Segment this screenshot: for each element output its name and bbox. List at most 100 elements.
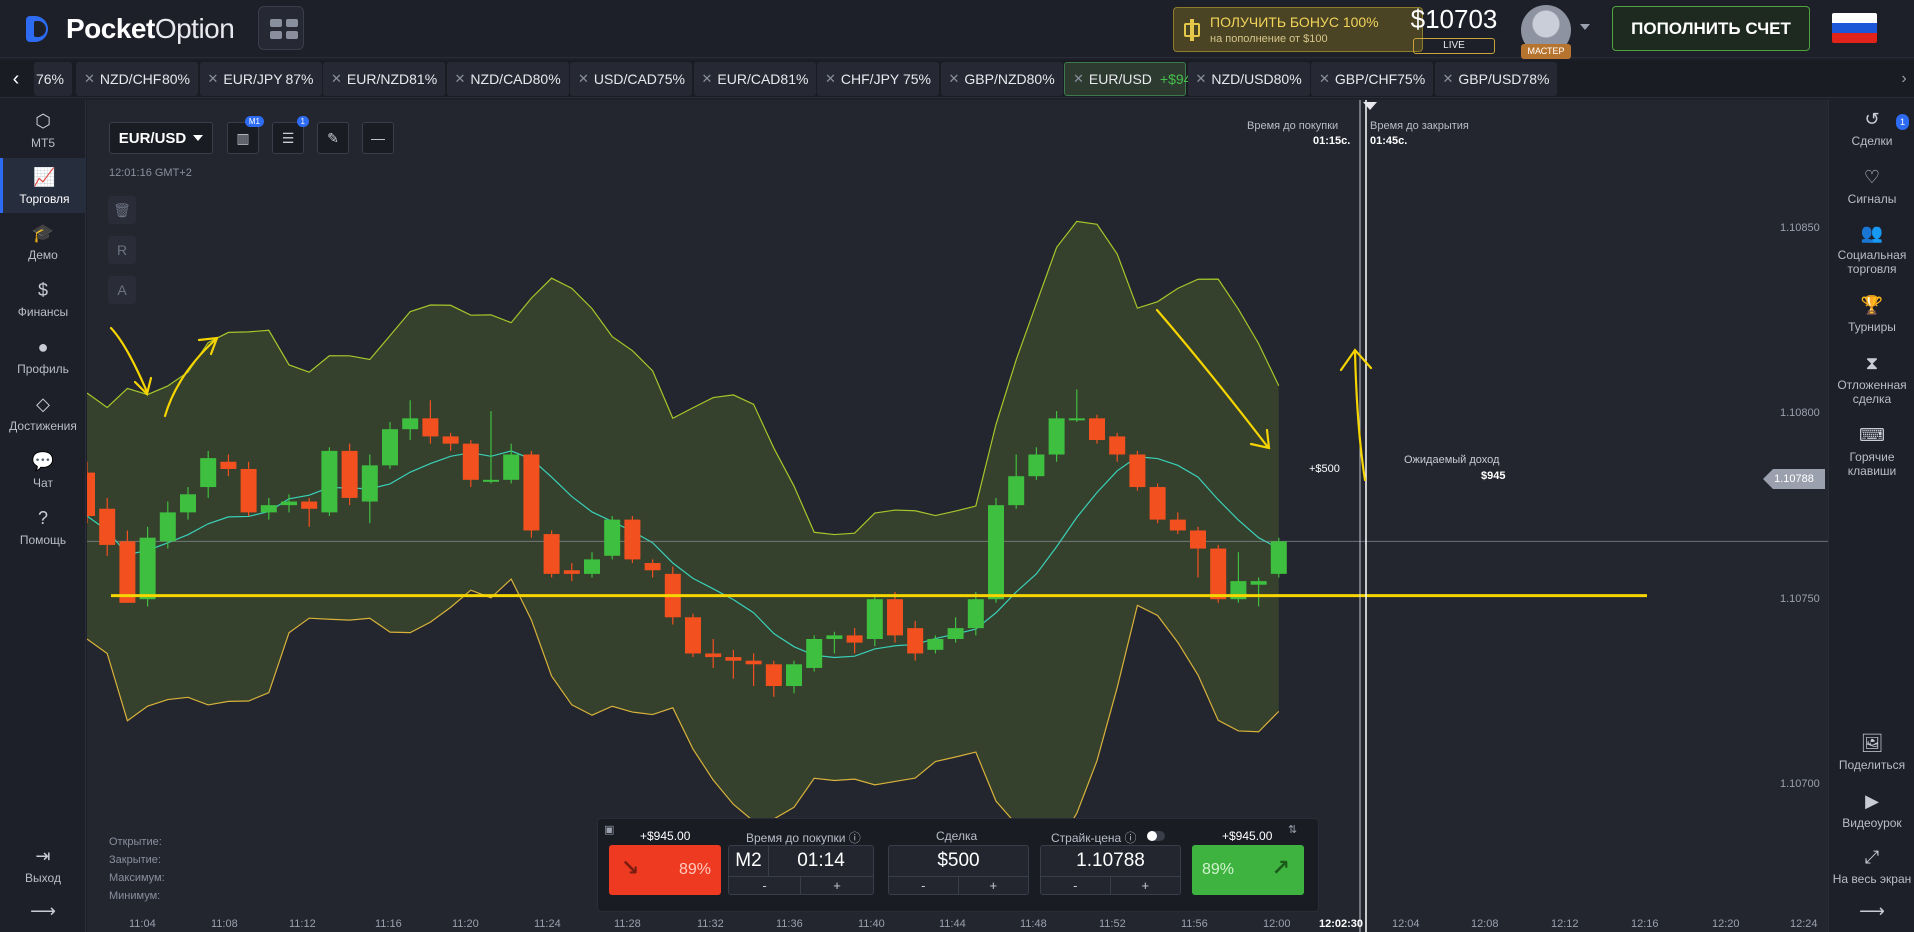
asset-tab-partial[interactable]: 76% bbox=[34, 62, 72, 96]
asset-tab-pair: EUR/USD bbox=[1088, 71, 1152, 87]
time-label: 11:28 bbox=[614, 918, 641, 930]
time-label: 11:16 bbox=[375, 918, 402, 930]
nav-share[interactable]: 🖼 Поделиться bbox=[1829, 732, 1914, 772]
nav-logout[interactable]: ⇥ Выход bbox=[0, 845, 86, 885]
collapse-sidebar-button[interactable]: ⟶ bbox=[0, 900, 86, 926]
close-icon[interactable]: ✕ bbox=[1073, 71, 1084, 87]
asset-tab[interactable]: ✕ NZD/CAD 80% bbox=[446, 62, 569, 96]
panel-collapse-icon[interactable]: ▣ bbox=[604, 823, 614, 836]
timeframe-value[interactable]: M2 bbox=[729, 846, 769, 876]
amount-minus-button[interactable]: - bbox=[889, 876, 959, 894]
nav-hotkeys[interactable]: ⌨ Горячие клавиши bbox=[1829, 424, 1914, 478]
close-icon[interactable]: ✕ bbox=[84, 71, 95, 87]
language-flag-icon[interactable] bbox=[1832, 13, 1877, 43]
time-input[interactable]: M2 01:14 - + bbox=[728, 845, 874, 895]
more-button[interactable]: — bbox=[362, 122, 394, 154]
close-icon[interactable]: ✕ bbox=[331, 71, 342, 87]
buy-button[interactable]: 89% ↗ bbox=[1192, 845, 1304, 895]
close-icon[interactable]: ✕ bbox=[702, 71, 713, 87]
close-icon[interactable]: ✕ bbox=[578, 71, 589, 87]
nav-signals[interactable]: ♡ Сигналы bbox=[1829, 166, 1914, 206]
deposit-button[interactable]: ПОПОЛНИТЬ СЧЕТ bbox=[1612, 6, 1810, 51]
asset-tab[interactable]: ✕ GBP/NZD 80% bbox=[940, 62, 1063, 96]
time-minus-button[interactable]: - bbox=[729, 876, 801, 894]
reset-tool-button[interactable]: R bbox=[108, 236, 136, 264]
nav-demo[interactable]: 🎓 Демо bbox=[0, 222, 86, 262]
chevron-right-icon[interactable]: › bbox=[1894, 60, 1914, 98]
asset-tab[interactable]: ✕ NZD/USD 80% bbox=[1187, 62, 1310, 96]
ohlc-high: Максимум: bbox=[109, 872, 165, 884]
chevron-left-icon[interactable]: ‹ bbox=[0, 60, 32, 98]
close-icon[interactable]: ✕ bbox=[1443, 71, 1454, 87]
strike-input[interactable]: 1.10788 - + bbox=[1040, 845, 1181, 895]
nav-help[interactable]: ? Помощь bbox=[0, 507, 86, 547]
settings-icon[interactable]: ⇅ bbox=[1288, 823, 1297, 836]
nav-trades[interactable]: ↺ 1 Сделки bbox=[1829, 108, 1914, 148]
time-label: 12:12 bbox=[1551, 918, 1579, 930]
nav-social-trading[interactable]: 👥 Социальная торговля bbox=[1829, 222, 1914, 276]
trash-icon[interactable]: 🗑 bbox=[108, 196, 136, 224]
nav-chat[interactable]: 💬 Чат bbox=[0, 450, 86, 490]
current-price-tag: 1.10788 bbox=[1763, 469, 1825, 489]
balance-widget[interactable]: $10703 LIVE bbox=[1409, 4, 1499, 54]
time-plus-button[interactable]: + bbox=[801, 876, 873, 894]
amount-input[interactable]: $500 - + bbox=[888, 845, 1029, 895]
heart-pulse-icon: ♡ bbox=[1863, 167, 1881, 187]
asset-tab[interactable]: ✕ NZD/CHF 80% bbox=[76, 62, 198, 96]
asset-tab-pair: USD/CAD bbox=[593, 71, 657, 87]
collapse-right-sidebar-button[interactable]: ⟶ bbox=[1829, 900, 1914, 926]
nav-video-lesson[interactable]: ▶ Видеоурок bbox=[1829, 790, 1914, 830]
bonus-button[interactable]: ПОЛУЧИТЬ БОНУС 100% на пополнение от $10… bbox=[1173, 7, 1423, 52]
trade-marker: +$500 bbox=[1309, 463, 1340, 475]
nav-fullscreen[interactable]: ⤢ На весь экран bbox=[1829, 846, 1914, 886]
asset-tab[interactable]: ✕ EUR/JPY 87% bbox=[199, 62, 322, 96]
candle-body bbox=[624, 519, 641, 560]
candle-body bbox=[866, 599, 883, 639]
asset-tab[interactable]: ✕ CHF/JPY 75% bbox=[817, 62, 939, 96]
price-chart[interactable]: EUR/USD ▥ M1 ☰ 1 ✎ — 12:01:16 GMT+2 🗑 R A … bbox=[87, 100, 1828, 932]
apps-grid-button[interactable] bbox=[258, 6, 304, 50]
logo[interactable]: PocketOption bbox=[26, 12, 235, 46]
nav-profile[interactable]: ● Профиль bbox=[0, 336, 86, 376]
avatar[interactable]: МАСТЕР bbox=[1521, 5, 1571, 59]
asset-tab[interactable]: ✕ EUR/NZD 81% bbox=[323, 62, 445, 96]
asset-tab[interactable]: ✕EUR/USD+$945.00 bbox=[1064, 62, 1219, 96]
price-label: 1.10750 bbox=[1780, 593, 1820, 605]
timeframe-button[interactable]: ▥ M1 bbox=[227, 116, 264, 154]
close-icon[interactable]: ✕ bbox=[208, 71, 219, 87]
strike-plus-button[interactable]: + bbox=[1110, 876, 1180, 894]
asset-tab-pair: GBP/NZD bbox=[964, 71, 1027, 87]
candle-body bbox=[967, 599, 984, 629]
asset-selector[interactable]: EUR/USD bbox=[109, 122, 213, 154]
close-icon[interactable]: ✕ bbox=[825, 71, 836, 87]
amount-plus-button[interactable]: + bbox=[958, 876, 1028, 894]
drawing-tools-button[interactable]: ✎ bbox=[317, 122, 349, 154]
asset-tab[interactable]: ✕ GBP/USD 78% bbox=[1434, 62, 1557, 96]
asset-tab[interactable]: ✕ EUR/CAD 81% bbox=[693, 62, 816, 96]
nav-tournaments[interactable]: 🏆 Турниры bbox=[1829, 294, 1914, 334]
close-icon[interactable]: ✕ bbox=[1196, 71, 1207, 87]
close-icon[interactable]: ✕ bbox=[949, 71, 960, 87]
candle-body bbox=[1210, 548, 1227, 600]
nav-mt5[interactable]: ⬡ MT5 bbox=[0, 110, 86, 150]
asset-tab-payout: 81% bbox=[409, 71, 438, 87]
time-value: 01:14 bbox=[797, 850, 845, 871]
close-icon[interactable]: ✕ bbox=[455, 71, 466, 87]
nav-pending-trade[interactable]: ⧗ Отложенная сделка bbox=[1829, 352, 1914, 406]
strike-toggle[interactable] bbox=[1147, 831, 1165, 841]
asset-tab[interactable]: ✕ GBP/CHF 75% bbox=[1311, 62, 1433, 96]
asset-tab[interactable]: ✕ USD/CAD 75% bbox=[570, 62, 692, 96]
asset-tab-pair: NZD/CAD bbox=[470, 71, 533, 87]
chevron-down-icon[interactable] bbox=[1580, 24, 1590, 30]
auto-scale-button[interactable]: A bbox=[108, 276, 136, 304]
nav-finance[interactable]: $ Финансы bbox=[0, 279, 86, 319]
candle-body bbox=[402, 418, 419, 430]
indicators-button[interactable]: ☰ 1 bbox=[272, 116, 309, 154]
nav-trading[interactable]: 📈 Торговля bbox=[0, 158, 86, 213]
expected-profit-label: Ожидаемый доход bbox=[1404, 454, 1500, 466]
nav-achievements[interactable]: ◇ Достижения bbox=[0, 393, 86, 433]
sell-button[interactable]: ↘ 89% bbox=[609, 845, 721, 895]
chart-canvas[interactable] bbox=[87, 100, 1828, 932]
close-icon[interactable]: ✕ bbox=[1319, 71, 1330, 87]
strike-minus-button[interactable]: - bbox=[1041, 876, 1111, 894]
